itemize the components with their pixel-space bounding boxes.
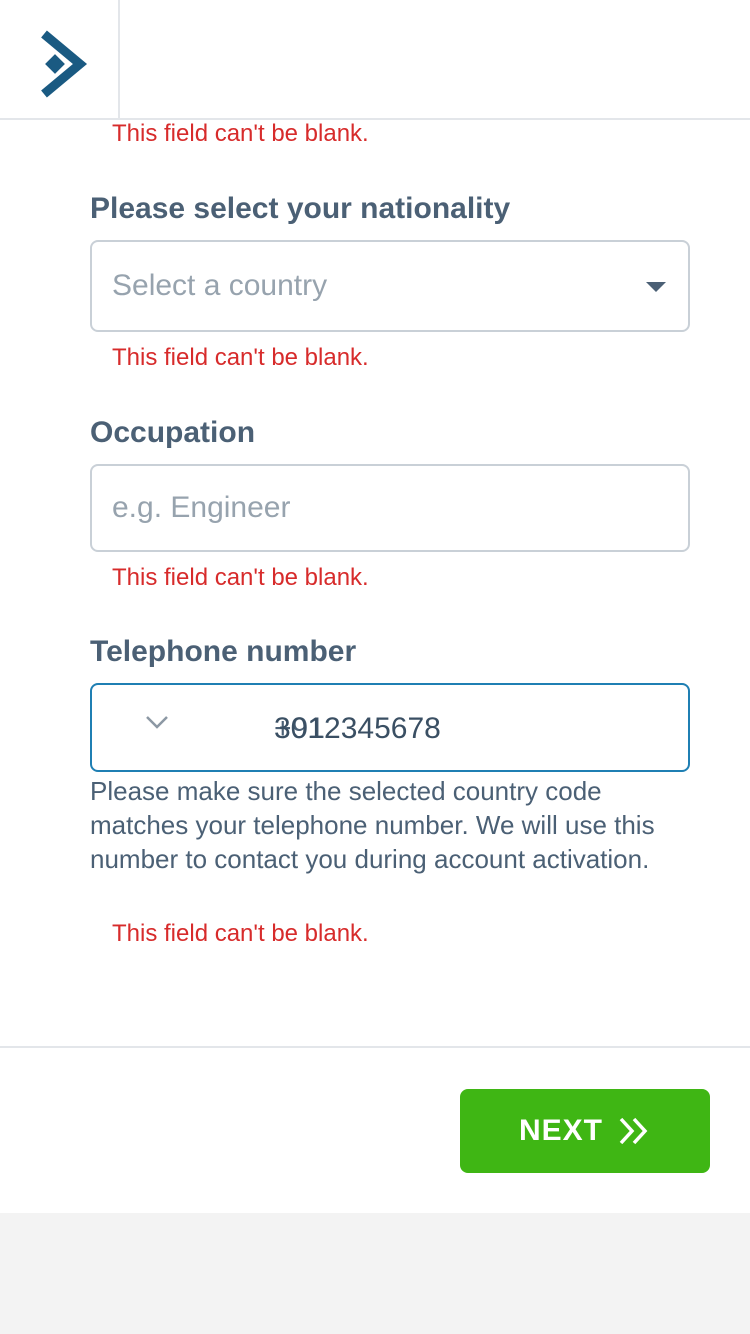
app-header bbox=[0, 0, 750, 120]
chevron-down-icon bbox=[146, 716, 168, 729]
previous-field-error: This field can't be blank. bbox=[112, 120, 369, 147]
logo[interactable] bbox=[0, 0, 120, 118]
occupation-error: This field can't be blank. bbox=[112, 564, 369, 591]
telephone-helper-text: Please make sure the selected country co… bbox=[90, 776, 655, 874]
telephone-number-value: 3012345678 bbox=[274, 712, 441, 745]
occupation-placeholder: e.g. Engineer bbox=[112, 491, 291, 524]
occupation-input[interactable]: e.g. Engineer bbox=[90, 464, 690, 552]
occupation-label: Occupation bbox=[90, 416, 256, 449]
double-chevron-right-icon bbox=[619, 1117, 648, 1145]
footer-band bbox=[0, 1213, 750, 1334]
diamond-arrow-logo-icon bbox=[41, 30, 88, 98]
next-button[interactable]: NEXT bbox=[460, 1089, 710, 1173]
next-button-label: NEXT bbox=[518, 1114, 603, 1147]
nationality-label: Please select your nationality bbox=[90, 192, 511, 225]
footer-divider bbox=[0, 1046, 750, 1048]
nationality-select[interactable]: Select a country bbox=[90, 240, 690, 332]
nationality-placeholder: Select a country bbox=[112, 269, 328, 302]
nationality-error: This field can't be blank. bbox=[112, 344, 369, 371]
telephone-input[interactable]: +91 3012345678 bbox=[90, 683, 690, 772]
caret-down-icon bbox=[646, 282, 666, 292]
registration-page: This field can't be blank. Please select… bbox=[0, 0, 750, 1334]
telephone-error: This field can't be blank. bbox=[112, 920, 369, 947]
country-code-dropdown[interactable] bbox=[144, 713, 170, 736]
telephone-label: Telephone number bbox=[90, 635, 357, 668]
